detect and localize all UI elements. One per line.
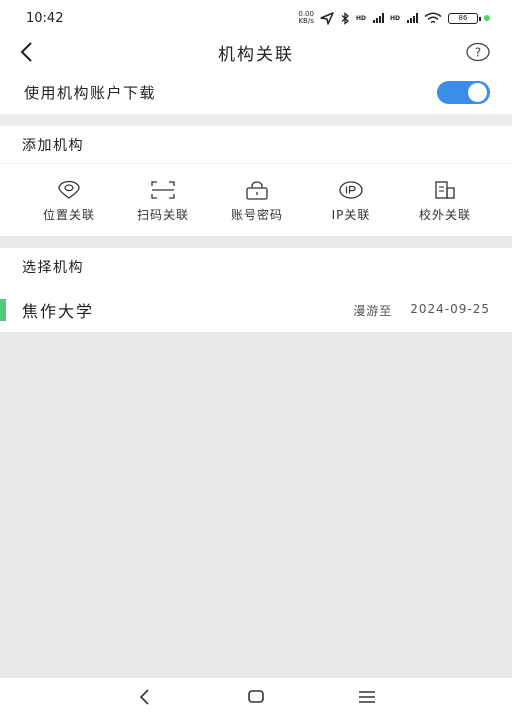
status-time: 10:42 <box>26 10 64 26</box>
system-home-icon[interactable] <box>246 688 266 706</box>
nav-bar: 机构关联 ? <box>0 36 512 68</box>
institution-meta: 漫游至 2024-09-25 <box>353 302 490 319</box>
method-label: 位置关联 <box>42 208 95 222</box>
scan-icon <box>151 181 175 199</box>
status-bar: 10:42 0.00 KB/s HD HD 86 <box>0 0 512 36</box>
wifi-icon <box>424 12 442 23</box>
select-institution-header: 选择机构 <box>0 248 512 286</box>
section-gap <box>0 236 512 248</box>
selected-marker <box>0 299 6 321</box>
charging-dot-icon <box>484 15 490 21</box>
add-institution-header: 添加机构 <box>0 126 512 164</box>
toggle-label: 使用机构账户下载 <box>24 83 157 102</box>
method-label: IP关联 <box>331 208 371 222</box>
location-arrow-icon <box>320 11 334 25</box>
signal-icon-2 <box>407 13 418 23</box>
add-methods: 位置关联 扫码关联 账号密码 IP关联 校外关联 <box>0 164 512 236</box>
net-speed: 0.00 KB/s <box>298 10 314 25</box>
back-icon[interactable] <box>16 39 40 65</box>
empty-area <box>0 332 512 678</box>
lock-icon <box>246 181 268 200</box>
method-off-campus[interactable]: 校外关联 <box>398 164 492 236</box>
system-back-icon[interactable] <box>135 688 155 706</box>
method-label: 账号密码 <box>230 208 283 222</box>
system-menu-icon[interactable] <box>357 688 377 706</box>
help-icon[interactable]: ? <box>466 42 490 62</box>
section-gap <box>0 114 512 126</box>
hd-label-1: HD <box>355 14 366 22</box>
method-label: 校外关联 <box>418 208 471 222</box>
institution-download-switch[interactable] <box>437 80 490 104</box>
institution-name: 焦作大学 <box>22 302 95 321</box>
roaming-status: 漫游至 <box>353 303 393 318</box>
battery-icon: 86 <box>448 12 481 24</box>
institution-download-toggle-row: 使用机构账户下载 <box>0 72 512 112</box>
method-ip[interactable]: IP关联 <box>304 164 398 236</box>
location-pin-icon <box>58 180 80 199</box>
status-icons: 0.00 KB/s HD HD 86 <box>298 11 490 25</box>
method-label: 扫码关联 <box>136 208 189 222</box>
roaming-date: 2024-09-25 <box>410 301 490 316</box>
switch-knob <box>468 82 487 102</box>
hd-label-2: HD <box>389 14 400 22</box>
method-location[interactable]: 位置关联 <box>22 164 116 236</box>
method-account-password[interactable]: 账号密码 <box>210 164 304 236</box>
signal-icon-1 <box>372 13 384 23</box>
system-nav-bar <box>0 678 512 716</box>
ip-icon <box>339 181 363 199</box>
bluetooth-icon <box>341 11 349 25</box>
page-title: 机构关联 <box>218 44 294 65</box>
svg-text:?: ? <box>475 46 481 60</box>
institution-row[interactable]: 焦作大学 漫游至 2024-09-25 <box>0 288 512 332</box>
method-scan[interactable]: 扫码关联 <box>116 164 210 236</box>
building-icon <box>435 181 455 199</box>
